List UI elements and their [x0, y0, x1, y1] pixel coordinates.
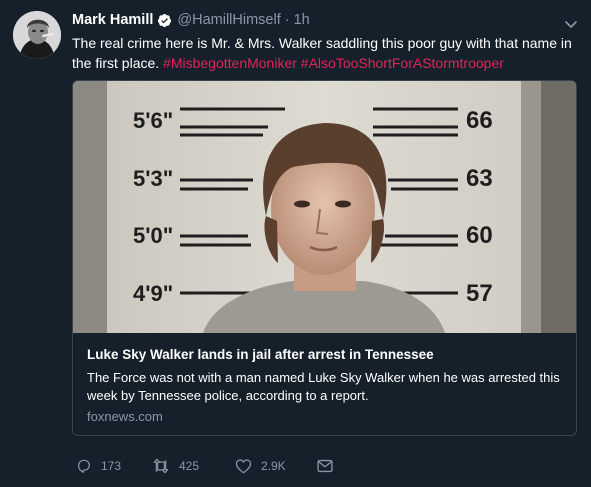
- height-label-right: 57: [466, 280, 493, 307]
- card-domain[interactable]: foxnews.com: [87, 409, 563, 424]
- reply-icon: [76, 458, 92, 474]
- retweet-icon: [152, 458, 170, 474]
- tweet-timestamp[interactable]: 1h: [294, 12, 310, 28]
- link-preview-card[interactable]: 5'6" 5'3" 5'0" 4'9" 66 63 60 57 Luke Sky…: [72, 80, 577, 436]
- heart-icon: [235, 458, 252, 474]
- tweet-actions: 173 425 2.9K: [76, 457, 333, 475]
- height-label-right: 63: [466, 165, 493, 192]
- avatar-photo: [13, 11, 61, 59]
- height-label-left: 4'9": [133, 281, 173, 306]
- verified-badge-icon: [157, 13, 172, 28]
- separator-dot: ·: [284, 12, 290, 28]
- height-label-left: 5'0": [133, 223, 173, 248]
- retweet-count: 425: [179, 459, 200, 473]
- height-label-left: 5'3": [133, 166, 173, 191]
- direct-message-icon: [317, 459, 333, 473]
- card-description: The Force was not with a man named Luke …: [87, 370, 560, 403]
- like-button[interactable]: 2.9K: [235, 458, 317, 474]
- tweet-header: Mark Hamill @HamillHimself · 1h: [72, 11, 310, 29]
- tweet-text: The real crime here is Mr. & Mrs. Walker…: [72, 33, 577, 73]
- author-name[interactable]: Mark Hamill: [72, 12, 153, 28]
- hashtag-link[interactable]: #AlsoTooShortForAStormtrooper: [301, 55, 504, 71]
- hashtag-link[interactable]: #MisbegottenMoniker: [163, 55, 297, 71]
- author-avatar[interactable]: [13, 11, 61, 59]
- mugshot-image: 5'6" 5'3" 5'0" 4'9" 66 63 60 57: [73, 81, 576, 333]
- like-count: 2.9K: [261, 459, 286, 473]
- reply-count: 173: [101, 459, 122, 473]
- height-label-left: 5'6": [133, 108, 173, 133]
- direct-message-button[interactable]: [317, 459, 333, 473]
- reply-button[interactable]: 173: [76, 458, 152, 474]
- height-label-right: 60: [466, 222, 493, 249]
- card-body: Luke Sky Walker lands in jail after arre…: [87, 346, 563, 424]
- card-title[interactable]: Luke Sky Walker lands in jail after arre…: [87, 346, 563, 364]
- retweet-button[interactable]: 425: [152, 458, 235, 474]
- height-label-right: 66: [466, 107, 493, 134]
- author-handle[interactable]: @HamillHimself: [177, 12, 280, 28]
- chevron-down-icon[interactable]: [565, 16, 577, 28]
